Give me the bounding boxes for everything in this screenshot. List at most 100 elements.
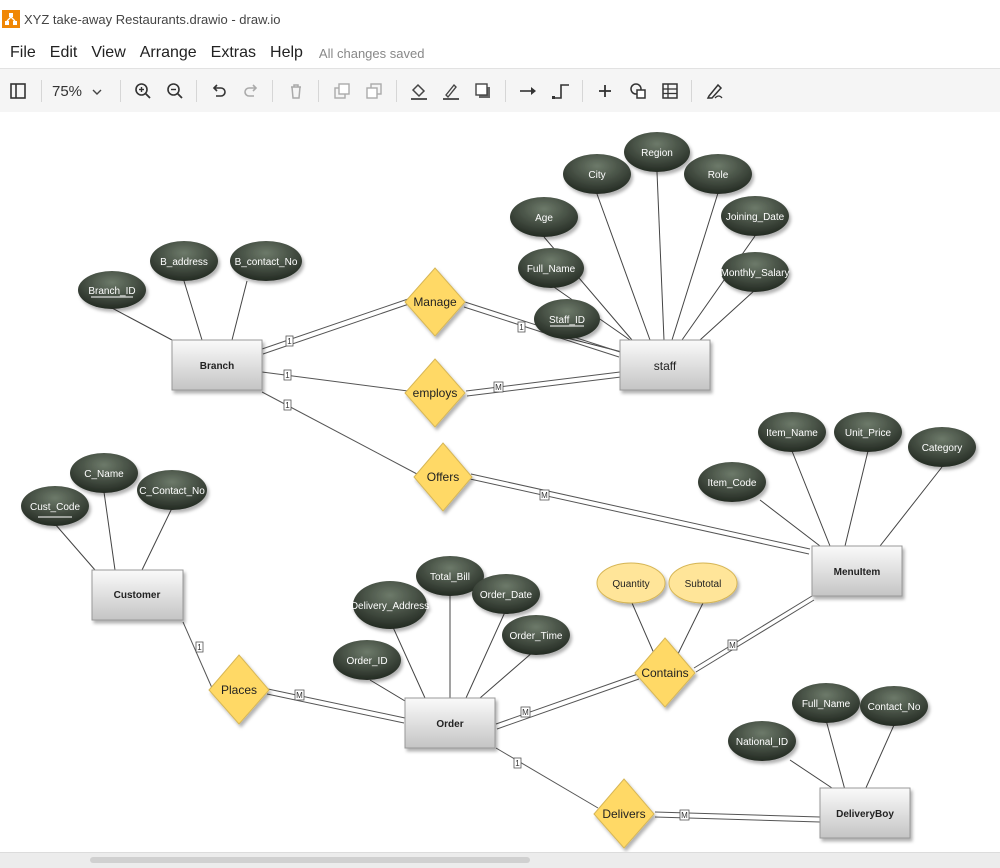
attr-c-contact-no: C_Contact_No [137, 470, 207, 510]
undo-icon[interactable] [207, 79, 231, 103]
card-offers-menuitem: M [539, 489, 550, 501]
redo-icon[interactable] [239, 79, 263, 103]
svg-text:Offers: Offers [427, 470, 459, 484]
shadow-icon[interactable] [471, 79, 495, 103]
zoom-out-icon[interactable] [163, 79, 187, 103]
svg-text:DeliveryBoy: DeliveryBoy [836, 809, 894, 820]
attr-order-date: Order_Date [472, 574, 540, 614]
card-contains-menuitem: M [727, 639, 738, 651]
card-1-label: 1 [197, 643, 202, 652]
attributes: Branch_ID B_address B_contact_No City Re… [21, 132, 976, 761]
rel-employs: employs [404, 358, 466, 428]
svg-text:Staff_ID: Staff_ID [549, 315, 585, 326]
rel-offers: Offers [413, 442, 473, 512]
menu-bar: File Edit View Arrange Extras Help All c… [0, 38, 1000, 68]
to-back-icon[interactable] [362, 79, 386, 103]
card-branch-manage: 1 [285, 335, 294, 347]
svg-text:Subtotal: Subtotal [685, 579, 722, 590]
waypoints-icon[interactable] [549, 79, 573, 103]
attr-delivery-address: Delivery_Address [351, 581, 429, 629]
attr-quantity: Quantity [596, 562, 666, 604]
zoom-level: 75% [52, 82, 83, 100]
toolbar: 75% [0, 68, 1000, 114]
svg-text:staff: staff [654, 359, 677, 373]
card-1-label: 1 [515, 759, 520, 768]
attr-order-id: Order_ID [333, 640, 401, 680]
card-m-label: M [522, 708, 529, 717]
svg-text:Order_Time: Order_Time [510, 631, 563, 642]
fill-color-icon[interactable] [407, 79, 431, 103]
svg-text:Region: Region [641, 148, 673, 159]
card-places-order: M [294, 689, 305, 701]
svg-text:Quantity: Quantity [612, 579, 649, 590]
svg-text:Order_ID: Order_ID [346, 656, 387, 667]
svg-text:Customer: Customer [114, 590, 161, 601]
attr-contact-no: Contact_No [860, 686, 928, 726]
attr-order-time: Order_Time [502, 615, 570, 655]
entity-menuitem: MenuItem [811, 545, 903, 597]
zoom-in-icon[interactable] [131, 79, 155, 103]
svg-text:C_Contact_No: C_Contact_No [139, 486, 205, 497]
table-icon[interactable] [658, 79, 682, 103]
menu-extras[interactable]: Extras [211, 44, 256, 62]
svg-text:employs: employs [413, 386, 458, 400]
shapes-icon[interactable] [626, 79, 650, 103]
rel-delivers: Delivers [593, 778, 655, 849]
scrollbar-thumb[interactable] [90, 857, 530, 863]
svg-text:Full_Name: Full_Name [802, 699, 851, 710]
card-1-label: 1 [519, 323, 524, 332]
menu-file[interactable]: File [10, 44, 36, 62]
attr-region: Region [624, 132, 690, 172]
freehand-icon[interactable] [703, 79, 727, 103]
attr-age: Age [510, 197, 578, 237]
save-status: All changes saved [318, 45, 425, 61]
menu-help[interactable]: Help [270, 44, 303, 62]
attr-national-id: National_ID [728, 721, 796, 761]
card-m-label: M [296, 691, 303, 700]
line-color-icon[interactable] [439, 79, 463, 103]
card-employs-staff: M [493, 381, 504, 393]
sidebar-toggle-icon[interactable] [6, 79, 30, 103]
to-front-icon[interactable] [330, 79, 354, 103]
menu-view[interactable]: View [91, 44, 125, 62]
attr-joining-date: Joining_Date [721, 196, 789, 236]
diagram-canvas[interactable]: 1 1 1 M 1 M 1 M M M 1 M Branch_ID B_addr… [0, 112, 1000, 852]
svg-text:Full_Name: Full_Name [527, 264, 576, 275]
connection-icon[interactable] [516, 79, 540, 103]
menu-edit[interactable]: Edit [50, 44, 78, 62]
svg-text:Order: Order [436, 719, 463, 730]
svg-text:Category: Category [922, 443, 963, 454]
horizontal-scrollbar[interactable] [0, 852, 1000, 868]
card-customer-places: 1 [195, 641, 204, 653]
insert-icon[interactable] [593, 79, 617, 103]
attr-staff-id: Staff_ID [534, 299, 600, 339]
card-m-label: M [681, 811, 688, 820]
svg-text:Order_Date: Order_Date [480, 590, 533, 601]
attr-subtotal: Subtotal [668, 562, 738, 604]
attr-b-contact-no: B_contact_No [230, 241, 302, 281]
card-delivers-deliveryboy: M [679, 809, 690, 821]
svg-text:Unit_Price: Unit_Price [845, 428, 892, 439]
entity-customer: Customer [91, 569, 184, 621]
entity-order: Order [404, 697, 496, 749]
menu-arrange[interactable]: Arrange [140, 44, 197, 62]
attr-branch-id: Branch_ID [78, 271, 146, 309]
attr-city: City [563, 154, 631, 194]
svg-text:Branch_ID: Branch_ID [88, 286, 135, 297]
attr-item-code: Item_Code [698, 462, 766, 502]
svg-text:Role: Role [708, 170, 729, 181]
attr-role: Role [684, 154, 752, 194]
card-order-contains: M [520, 706, 531, 718]
entity-deliveryboy: DeliveryBoy [819, 787, 911, 839]
svg-text:Delivers: Delivers [602, 807, 645, 821]
zoom-dropdown[interactable]: 75% [52, 79, 102, 103]
delete-icon[interactable] [284, 79, 308, 103]
card-manage-staff: 1 [517, 321, 526, 333]
chevron-down-icon [92, 83, 102, 100]
card-m-label: M [541, 491, 548, 500]
attr-b-address: B_address [150, 241, 218, 281]
rel-manage: Manage [404, 267, 466, 337]
attr-staff-full-name: Full_Name [518, 248, 584, 288]
attr-cust-code: Cust_Code [21, 486, 89, 526]
attr-unit-price: Unit_Price [834, 412, 902, 452]
